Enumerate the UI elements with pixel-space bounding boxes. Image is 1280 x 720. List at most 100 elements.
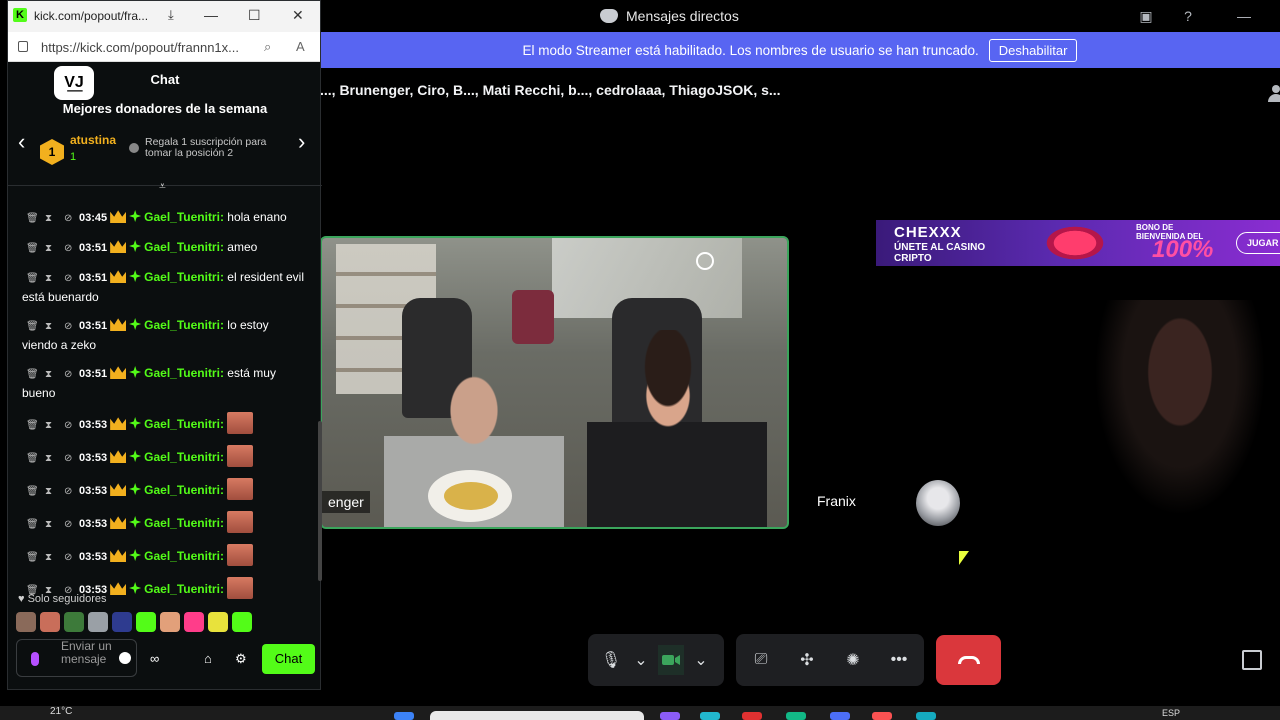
message-username[interactable]: Gael_Tuenitri: — [144, 582, 224, 596]
chat-message[interactable]: 🗑 ⧗ ⊘ 03:51 Gael_Tuenitri: está muy bueno — [8, 359, 318, 407]
timeout-icon[interactable]: ⧗ — [45, 549, 54, 567]
screen-share-icon[interactable]: ⎚ — [746, 645, 776, 675]
message-username[interactable]: Gael_Tuenitri: — [144, 270, 224, 284]
minimize-icon[interactable]: — — [204, 7, 218, 23]
delete-icon[interactable]: 🗑 — [26, 210, 39, 228]
add-friend-icon[interactable] — [1266, 84, 1280, 102]
download-icon[interactable]: ⤓ — [168, 7, 174, 23]
chat-message[interactable]: 🗑 ⧗ ⊘ 03:51 Gael_Tuenitri: el resident evil … — [8, 263, 318, 311]
taskbar-app-icon[interactable] — [830, 712, 850, 720]
message-username[interactable]: Gael_Tuenitri: — [144, 240, 224, 254]
timeout-icon[interactable]: ⧗ — [45, 270, 54, 288]
taskbar-app-icon[interactable] — [872, 712, 892, 720]
start-icon[interactable] — [394, 712, 414, 720]
timeout-icon[interactable]: ⧗ — [45, 417, 54, 435]
send-chat-button[interactable]: Chat — [262, 644, 315, 674]
soundboard-icon[interactable]: ✺ — [838, 645, 868, 675]
donor-name[interactable]: atustina — [70, 133, 116, 147]
emote[interactable] — [40, 612, 60, 632]
emote[interactable] — [64, 612, 84, 632]
taskbar-weather[interactable]: 21°C — [50, 706, 72, 717]
ban-icon[interactable]: ⊘ — [64, 549, 73, 567]
emote[interactable] — [232, 612, 252, 632]
inbox-icon[interactable]: ▣ — [1136, 6, 1156, 26]
microphone-icon[interactable]: 🎙 — [598, 645, 624, 675]
chat-message[interactable]: 🗑 ⧗ ⊘ 03:51 Gael_Tuenitri: ameo — [8, 233, 318, 263]
timeout-icon[interactable]: ⧗ — [45, 366, 54, 384]
chat-message[interactable]: 🗑 ⧗ ⊘ 03:53 Gael_Tuenitri: — [8, 539, 318, 572]
emoji-icon[interactable] — [119, 652, 131, 664]
emote[interactable] — [16, 612, 36, 632]
maximize-icon[interactable]: ☐ — [248, 7, 261, 24]
infinity-icon[interactable]: ∞ — [150, 651, 159, 666]
close-icon[interactable]: ✕ — [292, 7, 304, 24]
message-input[interactable]: Enviar un mensaje — [16, 639, 137, 677]
timeout-icon[interactable]: ⧗ — [45, 516, 54, 534]
ban-icon[interactable]: ⊘ — [64, 450, 73, 468]
chat-message[interactable]: 🗑 ⧗ ⊘ 03:51 Gael_Tuenitri: lo estoy viendo a… — [8, 311, 318, 359]
delete-icon[interactable]: 🗑 — [26, 417, 39, 435]
settings-icon[interactable]: ⚙ — [235, 651, 247, 667]
delete-icon[interactable]: 🗑 — [26, 483, 39, 501]
chevron-down-icon[interactable]: ⌄ — [688, 645, 714, 675]
help-icon[interactable]: ? — [1178, 6, 1198, 26]
taskbar-app-icon[interactable] — [786, 712, 806, 720]
message-username[interactable]: Gael_Tuenitri: — [144, 549, 224, 563]
ban-icon[interactable]: ⊘ — [64, 483, 73, 501]
emote[interactable] — [88, 612, 108, 632]
url-text[interactable]: https://kick.com/popout/frannn1x... — [41, 40, 239, 55]
taskbar-app-icon[interactable] — [916, 712, 936, 720]
microphone-icon[interactable] — [31, 652, 39, 666]
emote[interactable] — [208, 612, 228, 632]
chevron-left-icon[interactable]: ‹ — [18, 129, 25, 155]
read-aloud-icon[interactable]: A — [296, 39, 305, 54]
emote[interactable] — [112, 612, 132, 632]
chat-message[interactable]: 🗑 ⧗ ⊘ 03:53 Gael_Tuenitri: — [8, 506, 318, 539]
popout-icon[interactable] — [1242, 650, 1262, 670]
store-icon[interactable]: ⌂ — [204, 651, 212, 666]
ban-icon[interactable]: ⊘ — [64, 210, 73, 228]
ban-icon[interactable]: ⊘ — [64, 240, 73, 258]
zoom-icon[interactable]: ⌕ — [264, 39, 271, 55]
message-username[interactable]: Gael_Tuenitri: — [144, 516, 224, 530]
chat-message[interactable]: 🗑 ⧗ ⊘ 03:53 Gael_Tuenitri: — [8, 473, 318, 506]
message-username[interactable]: Gael_Tuenitri: — [144, 210, 224, 224]
chat-message[interactable]: 🗑 ⧗ ⊘ 03:53 Gael_Tuenitri: — [8, 440, 318, 473]
delete-icon[interactable]: 🗑 — [26, 450, 39, 468]
ban-icon[interactable]: ⊘ — [64, 270, 73, 288]
timeout-icon[interactable]: ⧗ — [45, 318, 54, 336]
collapse-icon[interactable]: ⩡ — [159, 179, 166, 194]
chevron-down-icon[interactable]: ⌄ — [628, 645, 654, 675]
delete-icon[interactable]: 🗑 — [26, 318, 39, 336]
emote[interactable] — [160, 612, 180, 632]
message-username[interactable]: Gael_Tuenitri: — [144, 366, 224, 380]
chevron-right-icon[interactable]: › — [298, 129, 305, 155]
delete-icon[interactable]: 🗑 — [26, 516, 39, 534]
chat-message[interactable]: 🗑 ⧗ ⊘ 03:53 Gael_Tuenitri: — [8, 407, 318, 440]
delete-icon[interactable]: 🗑 — [26, 240, 39, 258]
ban-icon[interactable]: ⊘ — [64, 417, 73, 435]
ad-play-button[interactable]: JUGAR — [1236, 232, 1280, 254]
ban-icon[interactable]: ⊘ — [64, 366, 73, 384]
chat-message[interactable]: 🗑 ⧗ ⊘ 03:45 Gael_Tuenitri: hola enano — [8, 203, 318, 233]
delete-icon[interactable]: 🗑 — [26, 549, 39, 567]
ban-icon[interactable]: ⊘ — [64, 516, 73, 534]
message-username[interactable]: Gael_Tuenitri: — [144, 483, 224, 497]
franix-avatar[interactable] — [916, 480, 960, 526]
address-bar[interactable]: https://kick.com/popout/frannn1x... ⌕ A — [8, 32, 320, 62]
casino-ad-banner[interactable]: CHEXXX ÚNETE AL CASINO CRIPTO BONO DE BI… — [876, 220, 1280, 266]
taskbar-search[interactable] — [430, 711, 644, 720]
taskbar-app-icon[interactable] — [700, 712, 720, 720]
timeout-icon[interactable]: ⧗ — [45, 240, 54, 258]
timeout-icon[interactable]: ⧗ — [45, 210, 54, 228]
taskbar-language[interactable]: ESP — [1162, 708, 1180, 718]
message-username[interactable]: Gael_Tuenitri: — [144, 318, 224, 332]
delete-icon[interactable]: 🗑 — [26, 270, 39, 288]
ban-icon[interactable]: ⊘ — [64, 318, 73, 336]
taskbar-app-icon[interactable] — [742, 712, 762, 720]
chat-scrollbar[interactable] — [318, 421, 322, 581]
emote[interactable] — [184, 612, 204, 632]
message-username[interactable]: Gael_Tuenitri: — [144, 450, 224, 464]
taskbar-app-icon[interactable] — [660, 712, 680, 720]
delete-icon[interactable]: 🗑 — [26, 366, 39, 384]
